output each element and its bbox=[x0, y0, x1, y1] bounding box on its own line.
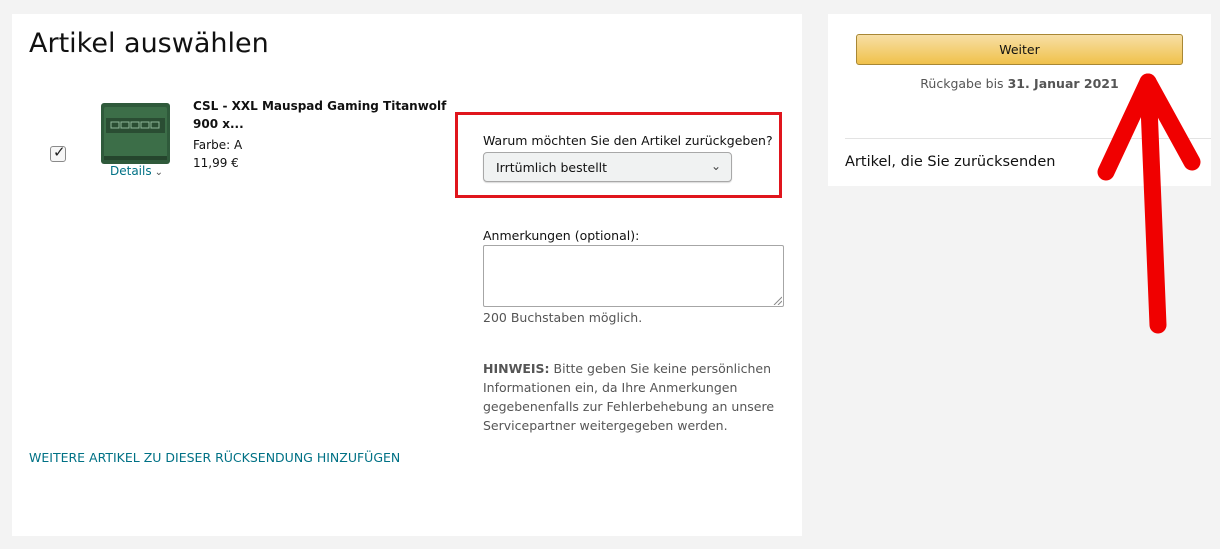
reason-dropdown[interactable]: Irrtümlich bestellt ⌄ bbox=[483, 152, 732, 182]
product-color: Farbe: A bbox=[193, 138, 243, 152]
chevron-down-icon: ⌄ bbox=[154, 167, 163, 178]
resize-grip-icon[interactable] bbox=[772, 295, 782, 305]
deadline-prefix: Rückgabe bis bbox=[920, 76, 1004, 91]
notes-char-limit: 200 Buchstaben möglich. bbox=[483, 310, 643, 325]
returned-items-heading: Artikel, die Sie zurücksenden bbox=[845, 154, 1056, 170]
add-more-items-link[interactable]: WEITERE ARTIKEL ZU DIESER RÜCKSENDUNG HI… bbox=[29, 450, 400, 465]
item-checkbox[interactable]: ✓ bbox=[50, 143, 66, 162]
notice-prefix: HINWEIS: bbox=[483, 361, 550, 376]
check-icon: ✓ bbox=[53, 143, 66, 161]
product-title: CSL - XXL Mauspad Gaming Titanwolf 900 x… bbox=[193, 99, 447, 131]
page-title: Artikel auswählen bbox=[29, 28, 269, 59]
details-label: Details bbox=[110, 164, 152, 178]
return-items-panel: Artikel auswählen ✓ Details ⌄ CSL - XXL M… bbox=[12, 14, 802, 536]
details-link[interactable]: Details ⌄ bbox=[110, 164, 163, 178]
product-meta: Farbe: A 11,99 € bbox=[193, 136, 242, 172]
reason-label: Warum möchten Sie den Artikel zurückgebe… bbox=[483, 133, 773, 148]
reason-selected-value: Irrtümlich bestellt bbox=[496, 160, 608, 175]
privacy-notice: HINWEIS: Bitte geben Sie keine persönlic… bbox=[483, 359, 783, 435]
product-price: 11,99 € bbox=[193, 156, 239, 170]
notes-textarea[interactable] bbox=[483, 245, 784, 307]
product-image[interactable] bbox=[100, 98, 171, 169]
notes-label: Anmerkungen (optional): bbox=[483, 228, 640, 243]
red-arrow-up-icon bbox=[1097, 73, 1201, 334]
chevron-down-icon: ⌄ bbox=[710, 159, 721, 173]
